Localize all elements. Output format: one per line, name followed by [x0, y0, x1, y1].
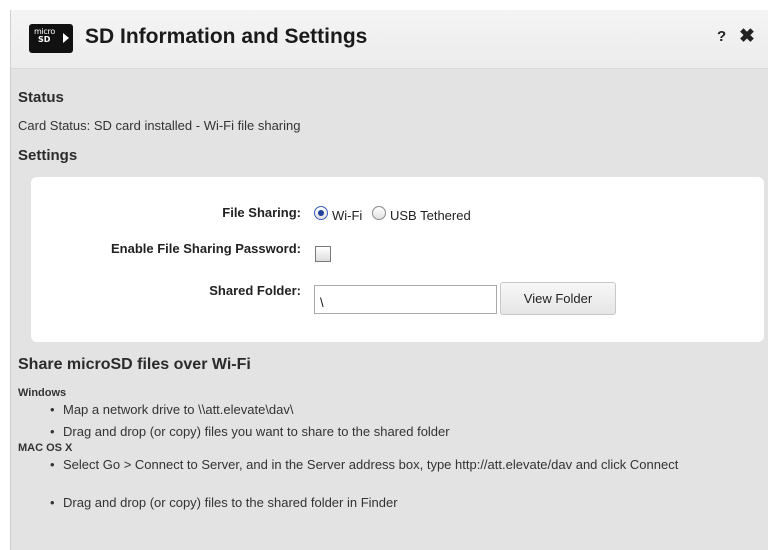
windows-item-1-text: Map a network drive to \\att.elevate\dav…: [63, 402, 294, 417]
microsd-icon: micro SD: [29, 24, 73, 53]
mac-item-2: • Drag and drop (or copy) files to the s…: [50, 495, 753, 511]
mac-heading: MAC OS X: [18, 442, 73, 454]
help-icon[interactable]: ?: [717, 28, 726, 45]
password-checkbox[interactable]: [315, 246, 331, 262]
radio-usb-tethered-label[interactable]: USB Tethered: [390, 208, 471, 223]
radio-usb-tethered[interactable]: [372, 206, 386, 220]
password-label: Enable File Sharing Password:: [111, 241, 301, 256]
share-heading: Share microSD files over Wi-Fi: [18, 356, 251, 373]
file-sharing-label: File Sharing:: [222, 205, 301, 220]
card-status-text: Card Status: SD card installed - Wi-Fi f…: [18, 118, 301, 133]
radio-wifi[interactable]: [314, 206, 328, 220]
radio-wifi-label[interactable]: Wi-Fi: [332, 208, 362, 223]
settings-panel: File Sharing: Wi-Fi USB Tethered Enable …: [31, 177, 764, 342]
microsd-icon-sd-text: SD: [38, 35, 51, 44]
status-heading: Status: [18, 89, 64, 106]
shared-folder-input[interactable]: [314, 285, 497, 314]
microsd-icon-arrow: [63, 33, 69, 43]
windows-heading: Windows: [18, 387, 67, 399]
close-icon[interactable]: ✖: [739, 25, 755, 48]
windows-item-2-text: Drag and drop (or copy) files you want t…: [63, 424, 450, 439]
view-folder-button[interactable]: View Folder: [500, 282, 616, 315]
dialog-titlebar: micro SD SD Information and Settings ? ✖: [11, 10, 768, 69]
bullet-dot: •: [50, 495, 55, 510]
bullet-dot: •: [50, 424, 55, 439]
shared-folder-label: Shared Folder:: [209, 283, 301, 298]
mac-item-2-text: Drag and drop (or copy) files to the sha…: [63, 495, 398, 510]
windows-item-2: • Drag and drop (or copy) files you want…: [50, 424, 753, 440]
mac-item-1: • Select Go > Connect to Server, and in …: [50, 457, 753, 473]
dialog-title: SD Information and Settings: [85, 25, 368, 48]
sd-settings-dialog: micro SD SD Information and Settings ? ✖…: [10, 10, 768, 550]
bullet-dot: •: [50, 402, 55, 417]
settings-heading: Settings: [18, 147, 78, 164]
mac-item-1-text: Select Go > Connect to Server, and in th…: [63, 457, 679, 472]
windows-item-1: • Map a network drive to \\att.elevate\d…: [50, 402, 753, 418]
bullet-dot: •: [50, 457, 55, 472]
